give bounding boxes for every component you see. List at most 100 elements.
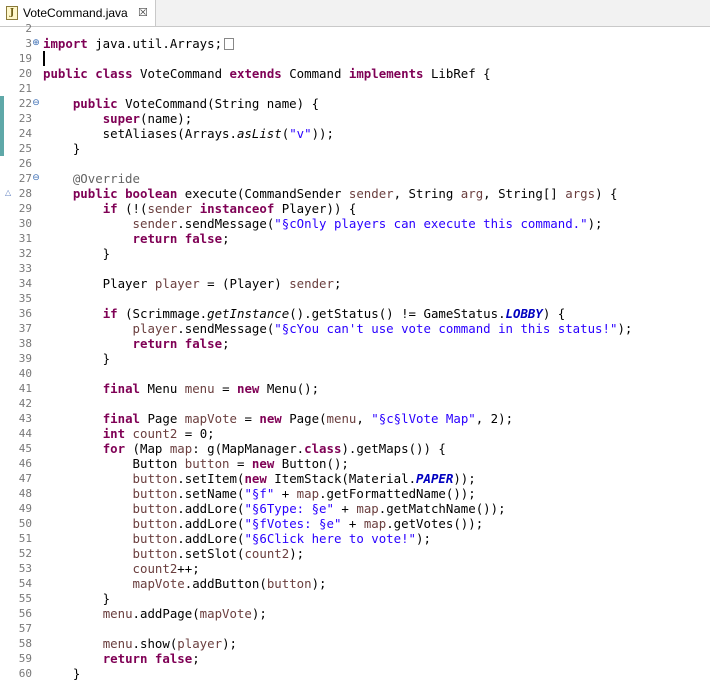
code-token: button	[132, 546, 178, 561]
code-token: LOBBY	[505, 306, 543, 321]
code-token: ;	[222, 231, 230, 246]
code-line[interactable]: 38 return false;	[0, 336, 710, 351]
code-line[interactable]: 21	[0, 81, 710, 96]
code-token: );	[311, 576, 327, 591]
code-line[interactable]: △ 28 public boolean execute(CommandSender…	[0, 186, 710, 201]
code-line[interactable]: 52 button.setSlot(count2);	[0, 546, 710, 561]
code-token: ).getMaps()) {	[341, 441, 446, 456]
code-line[interactable]: 20 public class VoteCommand extends Comma…	[0, 66, 710, 81]
code-text: menu.show(player);	[43, 636, 237, 651]
code-token: sender	[132, 216, 178, 231]
code-line[interactable]: 34 Player player = (Player) sender;	[0, 276, 710, 291]
code-line[interactable]: 29 if (!(sender instanceof Player)) {	[0, 201, 710, 216]
code-text: setAliases(Arrays.asList("v"));	[43, 126, 334, 141]
code-line[interactable]: 48 button.setName("§f" + map.getFormatte…	[0, 486, 710, 501]
code-line[interactable]: 58 menu.show(player);	[0, 636, 710, 651]
code-line[interactable]: 60 }	[0, 666, 710, 681]
code-token: arg	[460, 186, 484, 201]
code-token: final	[102, 381, 140, 396]
code-line[interactable]: 22 ⊖ public VoteCommand(String name) {	[0, 96, 710, 111]
line-number: 50	[18, 517, 32, 530]
folded-code-icon[interactable]	[224, 38, 235, 50]
code-token: (name);	[140, 111, 193, 126]
code-token: .getMatchName());	[378, 501, 506, 516]
code-token: = (Player)	[199, 276, 290, 291]
code-token: button	[132, 486, 178, 501]
code-line[interactable]: 49 button.addLore("§6Type: §e" + map.get…	[0, 501, 710, 516]
code-line[interactable]: 45 for (Map map: g(MapManager.class).get…	[0, 441, 710, 456]
code-token: if	[102, 201, 118, 216]
code-line[interactable]: 56 menu.addPage(mapVote);	[0, 606, 710, 621]
code-editor[interactable]: 2 3 ⊕ import java.util.Arrays; 19 20 public cl…	[0, 22, 710, 684]
code-token: ,	[356, 411, 372, 426]
code-token: =	[229, 456, 252, 471]
code-text: button.addLore("§6Type: §e" + map.getMat…	[43, 501, 506, 516]
line-number: 41	[18, 382, 32, 395]
code-line[interactable]: 3 ⊕ import java.util.Arrays;	[0, 36, 710, 51]
code-token: , String[]	[483, 186, 566, 201]
code-line[interactable]: 47 button.setItem(new ItemStack(Material…	[0, 471, 710, 486]
collapse-fold-icon[interactable]: ⊖	[32, 174, 40, 183]
code-line[interactable]: 43 final Page mapVote = new Page(menu, "…	[0, 411, 710, 426]
code-line[interactable]: 31 return false;	[0, 231, 710, 246]
code-line[interactable]: 19	[0, 51, 710, 66]
code-line[interactable]: 50 button.addLore("§fVotes: §e" + map.ge…	[0, 516, 710, 531]
code-line[interactable]: 25 }	[0, 141, 710, 156]
expand-fold-icon[interactable]: ⊕	[32, 39, 40, 48]
collapse-fold-icon[interactable]: ⊖	[32, 99, 40, 108]
code-line[interactable]: 54 mapVote.addButton(button);	[0, 576, 710, 591]
code-line[interactable]: 57	[0, 621, 710, 636]
line-number: 49	[18, 502, 32, 515]
close-icon[interactable]: ☒	[138, 5, 148, 21]
line-number: 26	[18, 157, 32, 170]
code-token: sender	[289, 276, 334, 291]
code-token: }	[43, 666, 81, 681]
code-line[interactable]: 32 }	[0, 246, 710, 261]
code-line[interactable]: 44 int count2 = 0;	[0, 426, 710, 441]
code-line[interactable]: 23 super(name);	[0, 111, 710, 126]
code-token: Player	[43, 276, 155, 291]
code-line[interactable]: 55 }	[0, 591, 710, 606]
line-number: 54	[18, 577, 32, 590]
code-text: final Menu menu = new Menu();	[43, 381, 319, 396]
code-token: .addLore(	[177, 516, 245, 531]
code-token: .setItem(	[177, 471, 245, 486]
code-line[interactable]: 27 ⊖ @Override	[0, 171, 710, 186]
code-token: button	[184, 456, 230, 471]
code-line[interactable]: 40	[0, 366, 710, 381]
code-token: }	[43, 591, 111, 606]
code-line[interactable]: 35	[0, 291, 710, 306]
code-token: public	[72, 186, 118, 201]
code-token: ItemStack(Material.	[266, 471, 417, 486]
code-token: );	[587, 216, 603, 231]
code-line[interactable]: 46 Button button = new Button();	[0, 456, 710, 471]
line-number: 27	[18, 172, 32, 185]
code-token: button	[132, 516, 178, 531]
code-line[interactable]: 33	[0, 261, 710, 276]
code-token: getInstance	[207, 306, 290, 321]
code-token: "§cYou can't use vote command in this st…	[274, 321, 618, 336]
code-line[interactable]: 36 if (Scrimmage.getInstance().getStatus…	[0, 306, 710, 321]
code-token: new	[251, 456, 275, 471]
code-line[interactable]: 53 count2++;	[0, 561, 710, 576]
code-line[interactable]: 2	[0, 21, 710, 36]
code-line[interactable]: 59 return false;	[0, 651, 710, 666]
code-text: public VoteCommand(String name) {	[43, 96, 319, 111]
code-line[interactable]: 26	[0, 156, 710, 171]
code-line[interactable]: 30 sender.sendMessage("§cOnly players ca…	[0, 216, 710, 231]
code-line[interactable]: 37 player.sendMessage("§cYou can't use v…	[0, 321, 710, 336]
code-token: "§cOnly players can execute this command…	[274, 216, 588, 231]
line-number: 56	[18, 607, 32, 620]
code-token: new	[259, 411, 282, 426]
code-line[interactable]: 42	[0, 396, 710, 411]
code-token: ));	[311, 126, 334, 141]
code-line[interactable]: 24 setAliases(Arrays.asList("v"));	[0, 126, 710, 141]
line-number: 24	[18, 127, 32, 140]
code-line[interactable]: 41 final Menu menu = new Menu();	[0, 381, 710, 396]
code-line[interactable]: 51 button.addLore("§6Click here to vote!…	[0, 531, 710, 546]
code-line[interactable]: 39 }	[0, 351, 710, 366]
